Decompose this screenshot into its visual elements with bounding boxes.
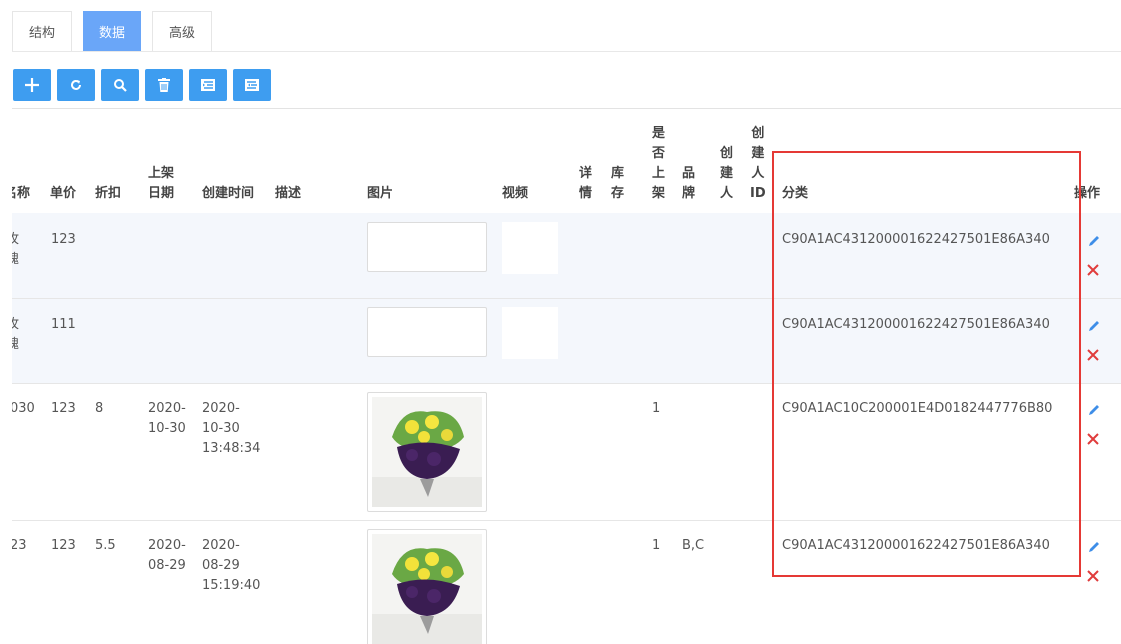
cell-price: 111	[51, 317, 76, 332]
cell-listed-date: 2020- 08-29	[148, 538, 186, 573]
cell-category: C90A1AC431200001622427501E86A340	[782, 317, 1050, 332]
header-video[interactable]: 视频	[502, 184, 528, 204]
header-actions: 操作	[1074, 186, 1101, 201]
header-name[interactable]: 名称	[12, 184, 30, 204]
header-is-listed[interactable]: 是 否 上 架	[652, 124, 665, 204]
cell-price: 123	[51, 538, 76, 553]
edit-icon[interactable]	[1087, 540, 1101, 554]
header-description[interactable]: 描述	[275, 184, 301, 204]
refresh-button[interactable]	[57, 69, 95, 101]
search-icon	[114, 79, 127, 92]
tab-structure[interactable]: 结构	[12, 11, 72, 51]
outdent-icon	[245, 79, 259, 91]
cell-is-listed: 1	[652, 538, 661, 553]
add-button[interactable]	[13, 69, 51, 101]
video-thumbnail[interactable]	[502, 307, 558, 359]
trash-icon	[158, 78, 170, 92]
edit-icon[interactable]	[1087, 234, 1101, 248]
cell-discount: 5.5	[95, 538, 116, 553]
header-category[interactable]: 分类	[782, 184, 808, 204]
tabs-divider	[12, 51, 1121, 52]
header-brand[interactable]: 品 牌	[682, 164, 695, 204]
table-row[interactable]: 玫 瑰 111 C90A1AC431200001622427501E86A340	[12, 299, 1121, 384]
refresh-icon	[71, 79, 81, 90]
cell-discount: 8	[95, 401, 104, 416]
header-price[interactable]: 单价	[50, 184, 76, 204]
cell-price: 123	[51, 401, 76, 416]
cell-name: 玫 瑰	[12, 317, 20, 352]
table-row[interactable]: 030 123 8 2020- 10-30 2020- 10-30 13:48:…	[12, 384, 1121, 521]
indent-button[interactable]	[189, 69, 227, 101]
search-button[interactable]	[101, 69, 139, 101]
image-thumbnail[interactable]	[367, 392, 487, 512]
tab-advanced[interactable]: 高级	[152, 11, 212, 51]
cell-category: C90A1AC431200001622427501E86A340	[782, 538, 1050, 553]
header-stock[interactable]: 库 存	[611, 164, 624, 204]
header-listed-date[interactable]: 上架 日期	[148, 164, 174, 204]
delete-button[interactable]	[145, 69, 183, 101]
header-detail[interactable]: 详 情	[579, 164, 592, 204]
header-creator[interactable]: 创 建 人	[720, 144, 733, 204]
header-discount[interactable]: 折扣	[95, 184, 121, 204]
edit-icon[interactable]	[1087, 319, 1101, 333]
tab-data[interactable]: 数据	[83, 11, 141, 51]
cell-name: 23	[12, 538, 27, 553]
delete-icon[interactable]	[1086, 432, 1100, 446]
toolbar-divider	[12, 108, 1121, 109]
table-row[interactable]: 23 123 5.5 2020- 08-29 2020- 08-29 15:19…	[12, 521, 1121, 644]
header-creator-id[interactable]: 创 建 人 ID	[750, 124, 766, 204]
edit-icon[interactable]	[1087, 403, 1101, 417]
data-table: 名称 单价 折扣 上架 日期 创建时间 描述 图片 视频 详 情 库 存 是 否…	[12, 110, 1121, 644]
cell-name: 玫 瑰	[12, 232, 20, 267]
delete-icon[interactable]	[1086, 263, 1100, 277]
flower-bouquet-image	[372, 397, 482, 507]
cell-price: 123	[51, 232, 76, 247]
indent-icon	[201, 79, 215, 91]
outdent-button[interactable]	[233, 69, 271, 101]
image-thumbnail[interactable]	[367, 307, 487, 357]
cell-category: C90A1AC10C200001E4D0182447776B80	[782, 401, 1053, 416]
cell-name: 030	[12, 401, 35, 416]
cell-category: C90A1AC431200001622427501E86A340	[782, 232, 1050, 247]
header-created-time[interactable]: 创建时间	[202, 184, 254, 204]
image-thumbnail[interactable]	[367, 529, 487, 644]
cell-created-time: 2020- 08-29 15:19:40	[202, 538, 261, 593]
header-image[interactable]: 图片	[367, 184, 393, 204]
delete-icon[interactable]	[1086, 569, 1100, 583]
video-thumbnail[interactable]	[502, 222, 558, 274]
table-row[interactable]: 玫 瑰 123 C90A1AC431200001622427501E86A340	[12, 213, 1121, 299]
table-header: 名称 单价 折扣 上架 日期 创建时间 描述 图片 视频 详 情 库 存 是 否…	[12, 110, 1121, 214]
image-thumbnail[interactable]	[367, 222, 487, 272]
delete-icon[interactable]	[1086, 348, 1100, 362]
cell-is-listed: 1	[652, 401, 661, 416]
add-icon	[25, 78, 39, 92]
cell-created-time: 2020- 10-30 13:48:34	[202, 401, 261, 456]
flower-bouquet-image	[372, 534, 482, 644]
cell-brand: B,C	[682, 538, 705, 553]
cell-listed-date: 2020- 10-30	[148, 401, 186, 436]
